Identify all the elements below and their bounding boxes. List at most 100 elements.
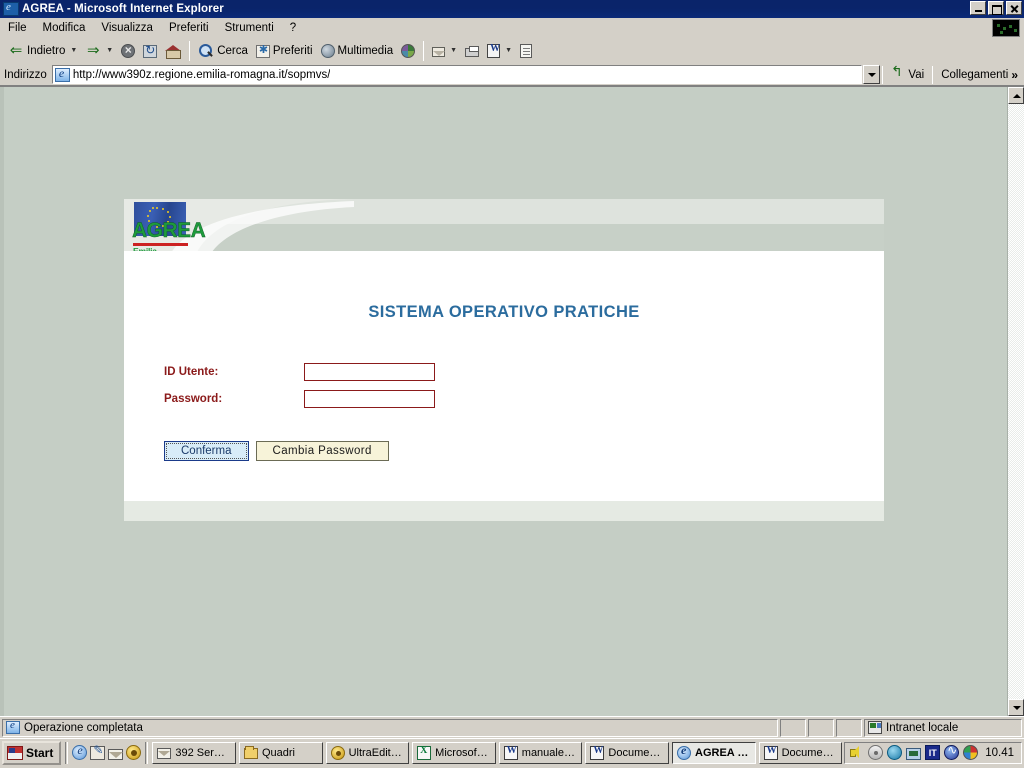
media-button[interactable]: Multimedia (317, 40, 398, 62)
edit-word-button[interactable]: ▼ (483, 40, 516, 62)
chevron-down-icon[interactable]: ▼ (70, 47, 77, 54)
excel-icon (417, 745, 432, 760)
scrollbar-track[interactable] (1008, 104, 1024, 699)
field-row-password: Password: (164, 388, 435, 409)
scroll-down-button[interactable] (1008, 699, 1024, 716)
print-icon (465, 46, 480, 57)
chevron-down-icon[interactable]: ▼ (106, 47, 113, 54)
security-zone-label: Intranet locale (886, 721, 959, 734)
history-icon (401, 44, 416, 58)
quicklaunch-ultraedit-icon[interactable] (126, 745, 142, 760)
task-label: Docume… (781, 746, 834, 759)
taskbar-separator (65, 741, 69, 764)
color-icon[interactable] (963, 745, 979, 760)
search-icon (198, 43, 214, 59)
close-button[interactable] (1006, 1, 1022, 15)
network-icon[interactable] (887, 745, 903, 760)
sound-monitor-icon[interactable] (944, 743, 960, 760)
task-button-392-ser[interactable]: 392 Ser… (152, 741, 236, 764)
task-button-ultraedit[interactable]: UltraEdit… (325, 741, 410, 764)
id-utente-input[interactable] (304, 362, 435, 381)
minimize-button[interactable] (970, 1, 986, 15)
forward-button[interactable]: ⇒ ▼ (81, 40, 117, 62)
quick-launch-bar (72, 743, 142, 760)
password-input[interactable] (304, 389, 435, 408)
toolbar-separator (423, 40, 425, 61)
stop-icon (121, 43, 136, 58)
search-button-label: Cerca (217, 44, 248, 57)
mail-button[interactable]: ▼ (428, 40, 461, 62)
chevron-down-icon[interactable]: ▼ (505, 47, 512, 54)
task-label: Quadri (261, 746, 295, 759)
ie-icon (677, 743, 691, 760)
browser-viewport: AGREA Emilia-Romagna SISTEMA OPERATIVO P… (0, 86, 1024, 716)
go-button-label: Vai (908, 68, 925, 81)
home-icon (165, 43, 182, 59)
window-icon (3, 1, 19, 16)
address-url-text: http://www390z.regione.emilia-romagna.it… (72, 68, 331, 81)
task-button-quadri[interactable]: Quadri (238, 741, 323, 764)
quicklaunch-ie-icon[interactable] (72, 743, 88, 760)
address-label: Indirizzo (4, 68, 47, 81)
task-button-documento-2[interactable]: Docume… (758, 741, 843, 764)
volume-icon[interactable] (849, 745, 864, 760)
discuss-button[interactable] (516, 40, 536, 62)
double-chevron-icon[interactable]: » (1011, 68, 1018, 82)
vertical-scrollbar[interactable] (1007, 87, 1024, 716)
print-button[interactable] (461, 40, 483, 62)
cambia-password-button[interactable]: Cambia Password (255, 441, 389, 461)
favorites-button-label: Preferiti (272, 44, 313, 57)
refresh-icon (143, 43, 158, 58)
page-icon (54, 66, 70, 82)
display-icon[interactable] (906, 747, 922, 760)
status-message: Operazione completata (24, 721, 143, 734)
quicklaunch-mail-icon[interactable] (108, 748, 124, 760)
back-button[interactable]: ⇐ Indietro ▼ (4, 40, 81, 62)
window-titlebar[interactable]: AGREA - Microsoft Internet Explorer (0, 0, 1024, 18)
clock[interactable]: 10.41 (982, 747, 1017, 759)
refresh-button[interactable] (139, 40, 161, 62)
quicklaunch-outlook-express-icon[interactable] (90, 743, 106, 760)
search-button[interactable]: Cerca (194, 40, 252, 62)
menu-item-visualizza[interactable]: Visualizza (93, 20, 161, 36)
agrea-logo-text: AGREA (132, 219, 206, 242)
task-list: 392 Ser… Quadri UltraEdit… Microsof… man… (152, 741, 843, 764)
start-button[interactable]: Start (2, 740, 62, 765)
web-page: AGREA Emilia-Romagna SISTEMA OPERATIVO P… (0, 87, 1007, 716)
task-label: Microsof… (435, 746, 488, 759)
scroll-up-button[interactable] (1008, 87, 1024, 104)
page-title: SISTEMA OPERATIVO PRATICHE (368, 303, 640, 321)
menu-item-modifica[interactable]: Modifica (35, 20, 94, 36)
address-input[interactable]: http://www390z.regione.emilia-romagna.it… (51, 65, 863, 84)
task-button-agrea[interactable]: AGREA … (672, 741, 756, 764)
menu-item-strumenti[interactable]: Strumenti (217, 20, 282, 36)
task-button-microsoft-excel[interactable]: Microsof… (412, 741, 496, 764)
folder-icon (243, 746, 258, 759)
stop-button[interactable] (117, 40, 139, 62)
back-button-label: Indietro (27, 44, 66, 57)
language-icon[interactable]: IT (925, 745, 941, 760)
security-zone-panel[interactable]: Intranet locale (864, 718, 1022, 737)
address-dropdown-button[interactable] (863, 65, 881, 84)
toolbar-separator (189, 40, 191, 61)
chevron-down-icon[interactable]: ▼ (450, 47, 457, 54)
login-button-row: Conferma Cambia Password (164, 441, 389, 461)
restore-button[interactable] (988, 1, 1004, 15)
favorites-button[interactable]: Preferiti (252, 40, 317, 62)
task-label: UltraEdit… (348, 746, 402, 759)
menu-item-preferiti[interactable]: Preferiti (161, 20, 217, 36)
links-button[interactable]: Collegamenti » (935, 68, 1022, 82)
disk-icon[interactable] (868, 745, 884, 760)
go-arrow-icon (891, 68, 905, 82)
menu-item-file[interactable]: File (0, 20, 35, 36)
task-button-manuale[interactable]: manuale… (498, 741, 583, 764)
menu-item-help[interactable]: ? (282, 20, 304, 36)
go-button[interactable]: Vai (885, 68, 930, 82)
history-button[interactable] (397, 40, 419, 62)
ie-icon (6, 719, 20, 734)
browser-toolbar: ⇐ Indietro ▼ ⇒ ▼ Cerca Preferiti Multime… (0, 38, 1024, 64)
home-button[interactable] (161, 40, 185, 62)
address-separator (882, 65, 884, 84)
task-button-documento-1[interactable]: Docume… (585, 741, 669, 764)
conferma-button[interactable]: Conferma (164, 441, 249, 461)
